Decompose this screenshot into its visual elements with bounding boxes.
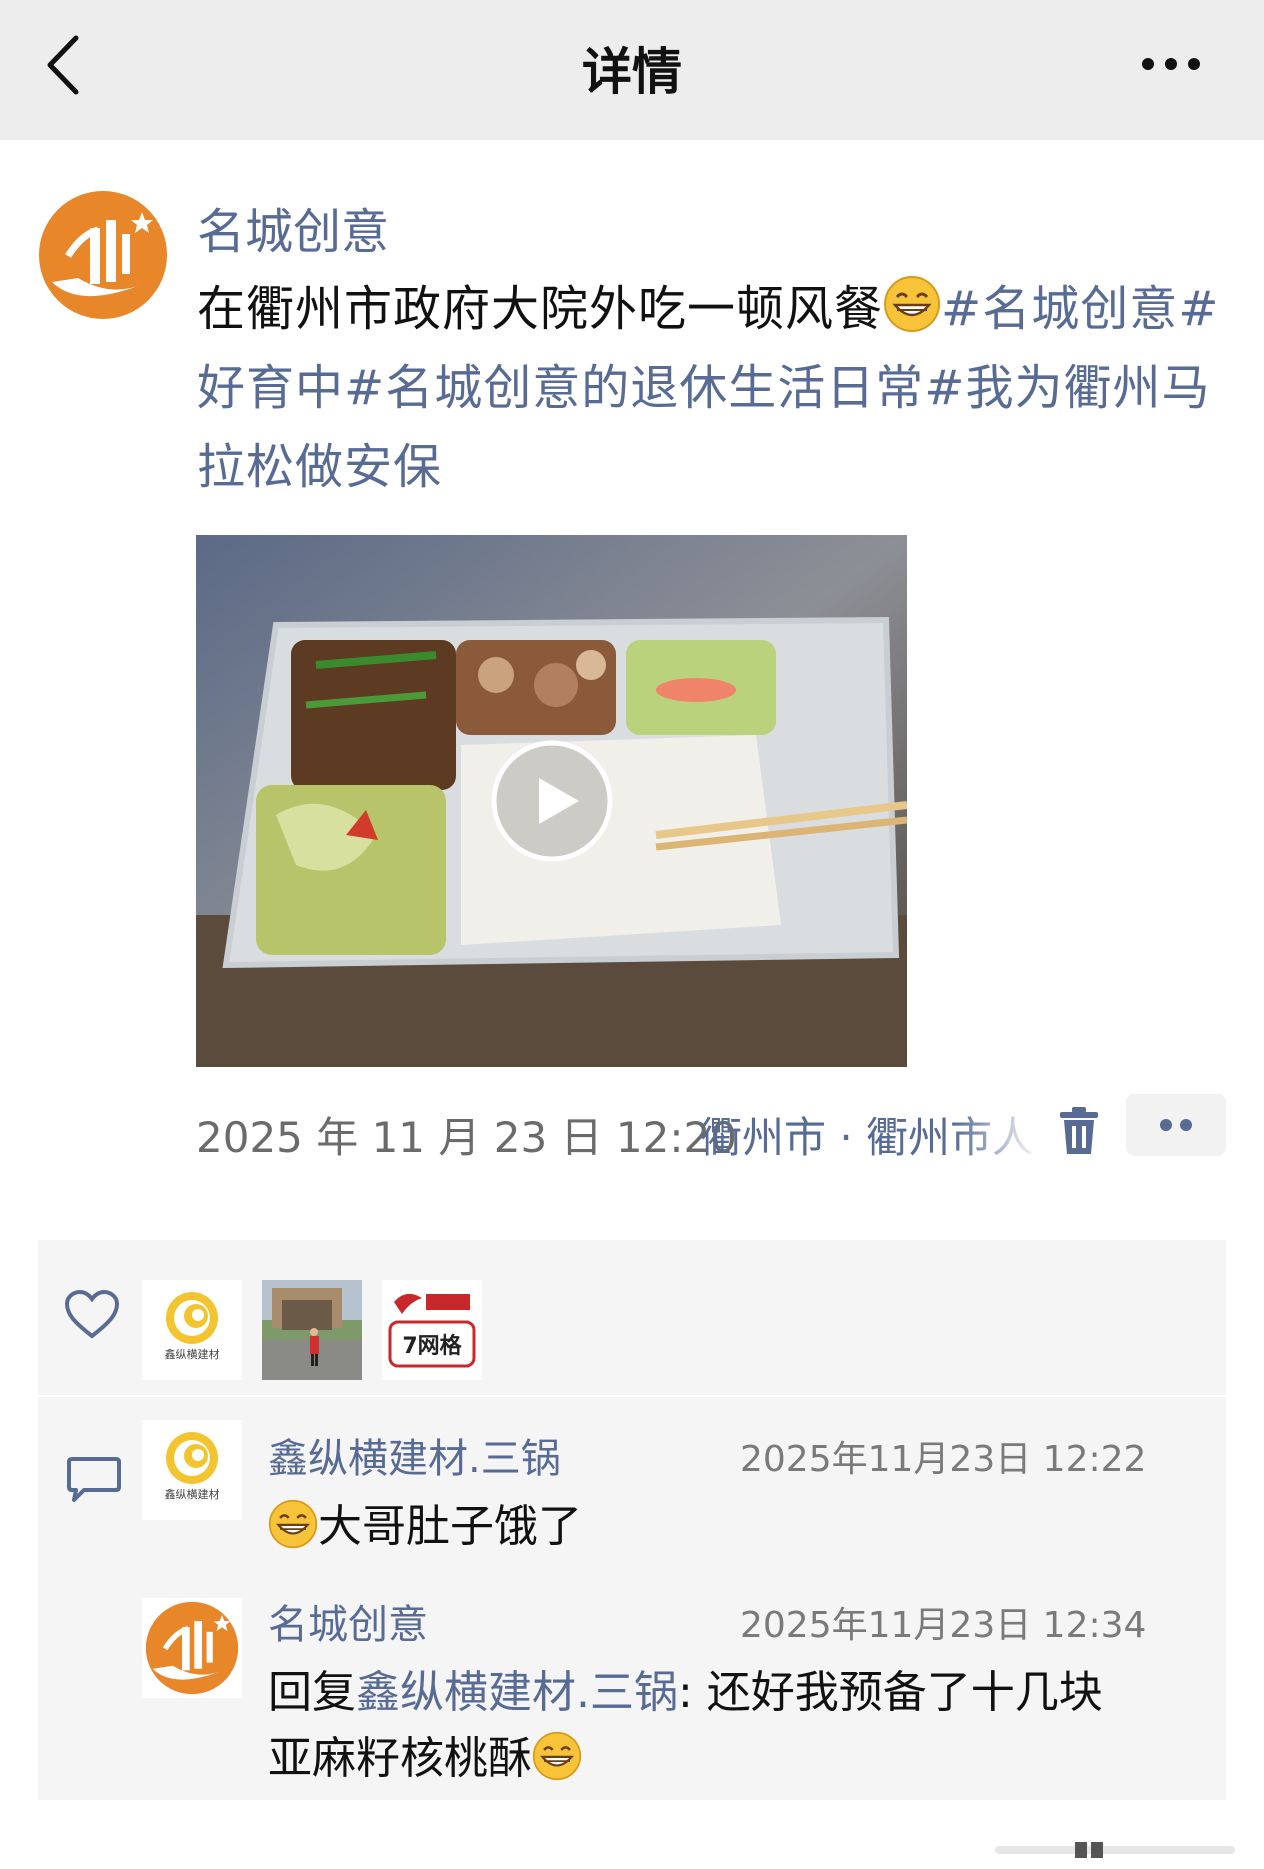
reply-body-line2: 亚麻籽核桃酥 — [268, 1733, 532, 1784]
like-badge-text: 7网格 — [402, 1334, 462, 1359]
navbar: 详情 — [0, 0, 1264, 140]
comment-text: 大哥肚子饿了 — [268, 1494, 1188, 1560]
scroll-indicator — [995, 1842, 1235, 1858]
author-name[interactable]: 名城创意 — [197, 192, 389, 262]
like-avatar-7wangge[interactable]: 7网格 — [382, 1280, 482, 1380]
interaction-panel: 鑫纵横建材 7网格 鑫纵横建材 鑫纵横建材.三锅 2025年11月23日 12:… — [38, 1240, 1226, 1800]
author-logo-icon — [142, 1598, 242, 1698]
reply-target[interactable]: 鑫纵横建材.三锅 — [356, 1667, 678, 1718]
like-avatar-photo[interactable] — [262, 1280, 362, 1380]
grinning-face-icon — [884, 276, 941, 332]
comment-body: 大哥肚子饿了 — [318, 1501, 582, 1552]
comment-avatar-mingcheng[interactable] — [142, 1598, 242, 1698]
post-location[interactable]: 衢州市 · 衢州市人 — [700, 1104, 1040, 1165]
video-thumbnail[interactable] — [196, 535, 907, 1067]
post-text-plain: 在衢州市政府大院外吃一顿风餐 — [197, 281, 884, 337]
comment-bubble-icon — [67, 1457, 121, 1502]
post-text: 在衢州市政府大院外吃一顿风餐 #名城创意#好育中#名城创意的退休生活日常#我为衢… — [197, 270, 1237, 507]
two-dots-icon[interactable] — [1126, 1094, 1226, 1156]
like-avatar-xinzongheng[interactable]: 鑫纵横建材 — [142, 1280, 242, 1380]
logo-caption: 鑫纵横建材 — [164, 1348, 220, 1361]
comment-time: 2025年11月23日 12:34 — [740, 1605, 1147, 1646]
grinning-face-icon — [268, 1499, 318, 1549]
grinning-face-icon — [532, 1731, 582, 1781]
post-time: 2025 年 11 月 23 日 12:20 — [196, 1113, 737, 1162]
reply-body-line1: : 还好我预备了十几块 — [678, 1667, 1103, 1718]
author-avatar[interactable] — [38, 190, 168, 320]
heart-icon — [64, 1290, 120, 1339]
comment-author[interactable]: 鑫纵横建材.三锅 — [268, 1426, 561, 1484]
comment-avatar-xinzongheng[interactable]: 鑫纵横建材 — [142, 1420, 242, 1520]
trash-icon[interactable] — [1056, 1106, 1102, 1156]
comment-reply-text: 回复鑫纵横建材.三锅: 还好我预备了十几块 亚麻籽核桃酥 — [268, 1660, 1188, 1792]
more-dots-icon[interactable] — [1136, 46, 1206, 82]
reply-prefix: 回复 — [268, 1667, 356, 1718]
play-button-icon[interactable] — [489, 738, 615, 864]
swirl-logo-icon — [166, 1292, 218, 1344]
comment-author[interactable]: 名城创意 — [268, 1592, 428, 1650]
logo-caption: 鑫纵横建材 — [164, 1488, 220, 1501]
swirl-logo-icon — [166, 1432, 218, 1484]
page-title: 详情 — [582, 43, 682, 101]
person-photo-icon — [262, 1280, 362, 1380]
likes-row: 鑫纵横建材 7网格 — [38, 1240, 1226, 1397]
comment-time: 2025年11月23日 12:22 — [740, 1439, 1147, 1480]
post-meta: 2025 年 11 月 23 日 12:20 衢州市 · 衢州市人 — [196, 1094, 1236, 1162]
